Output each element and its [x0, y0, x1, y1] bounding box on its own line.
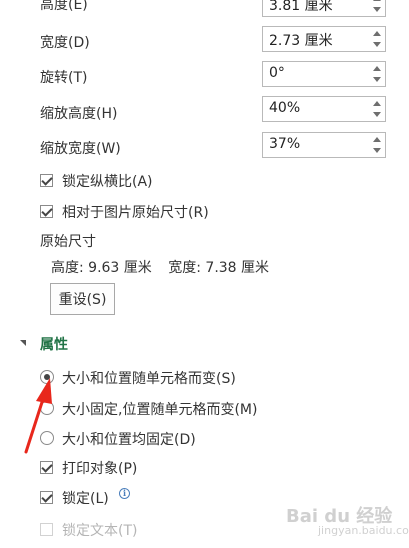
width-spin-buttons[interactable]: [369, 27, 385, 51]
lock-text-label: 锁定文本(T): [62, 523, 138, 539]
spin-up-arrow-icon[interactable]: [373, 0, 381, 1]
scale-width-spin-buttons[interactable]: [369, 133, 385, 157]
radio-fixed-label[interactable]: 大小和位置均固定(D): [62, 429, 196, 449]
spin-up-arrow-icon[interactable]: [373, 31, 381, 36]
radio-move-no-size-label[interactable]: 大小固定,位置随单元格而变(M): [62, 399, 257, 419]
width-label: 宽度(D): [40, 35, 90, 51]
width-spinner[interactable]: 2.73 厘米: [262, 26, 386, 52]
scale-height-spin-buttons[interactable]: [369, 97, 385, 121]
relative-original-checkbox[interactable]: [40, 205, 53, 218]
reset-button[interactable]: 重设(S): [50, 283, 115, 315]
spin-down-arrow-icon[interactable]: [373, 7, 381, 12]
radio-move-and-size-label[interactable]: 大小和位置随单元格而变(S): [62, 368, 236, 388]
radio-move-no-size[interactable]: [40, 401, 54, 415]
height-spin-buttons[interactable]: [369, 0, 385, 16]
rotation-spinner[interactable]: 0°: [262, 61, 386, 87]
lock-aspect-checkbox[interactable]: [40, 174, 53, 187]
original-height-value: 9.63 厘米: [88, 260, 152, 276]
properties-section-title[interactable]: 属性: [40, 334, 68, 354]
scale-height-label: 缩放高度(H): [40, 106, 118, 122]
height-spinner[interactable]: 3.81 厘米: [262, 0, 386, 17]
spin-up-arrow-icon[interactable]: [373, 101, 381, 106]
spin-down-arrow-icon[interactable]: [373, 42, 381, 47]
print-object-checkbox[interactable]: [40, 461, 53, 474]
locked-label[interactable]: 锁定(L): [62, 488, 109, 508]
info-icon[interactable]: i: [119, 488, 130, 499]
spin-up-arrow-icon[interactable]: [373, 66, 381, 71]
original-width-value: 7.38 厘米: [205, 260, 270, 276]
spin-down-arrow-icon[interactable]: [373, 77, 381, 82]
locked-checkbox[interactable]: [40, 491, 53, 504]
width-value[interactable]: 2.73 厘米: [269, 30, 333, 50]
original-size-values: 高度: 9.63 厘米 宽度: 7.38 厘米: [51, 257, 269, 277]
height-value[interactable]: 3.81 厘米: [269, 0, 333, 15]
radio-fixed[interactable]: [40, 431, 54, 445]
spin-up-arrow-icon[interactable]: [373, 137, 381, 142]
relative-original-label[interactable]: 相对于图片原始尺寸(R): [62, 202, 209, 222]
scale-height-spinner[interactable]: 40%: [262, 96, 386, 122]
original-size-title: 原始尺寸: [40, 234, 96, 250]
print-object-label[interactable]: 打印对象(P): [62, 458, 137, 478]
spin-down-arrow-icon[interactable]: [373, 112, 381, 117]
scale-width-value[interactable]: 37%: [269, 136, 300, 152]
rotation-value[interactable]: 0°: [269, 65, 285, 81]
rotation-label: 旋转(T): [40, 70, 88, 86]
original-height-label: 高度:: [51, 260, 84, 276]
scale-height-value[interactable]: 40%: [269, 100, 300, 116]
scale-width-spinner[interactable]: 37%: [262, 132, 386, 158]
lock-aspect-label[interactable]: 锁定纵横比(A): [62, 171, 153, 191]
rotation-spin-buttons[interactable]: [369, 62, 385, 86]
scale-width-label: 缩放宽度(W): [40, 141, 121, 157]
radio-move-and-size[interactable]: [40, 370, 54, 384]
caret-down-icon[interactable]: [20, 340, 26, 346]
height-label: 高度(E): [40, 0, 88, 13]
watermark-url: jingyan.baidu.com: [318, 524, 409, 537]
lock-text-checkbox: [40, 523, 53, 536]
original-width-label: 宽度:: [168, 260, 201, 276]
spin-down-arrow-icon[interactable]: [373, 148, 381, 153]
